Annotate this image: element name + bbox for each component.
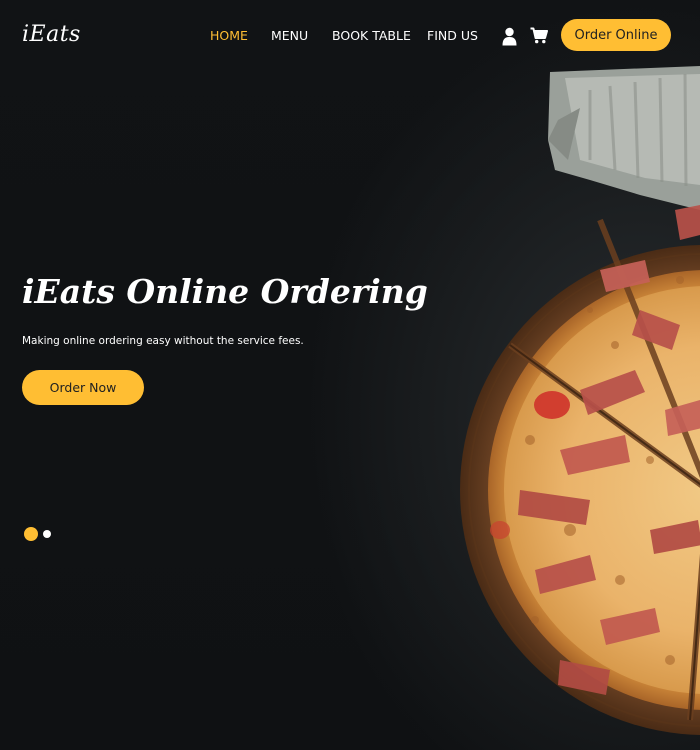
nav-home[interactable]: HOME — [210, 28, 248, 43]
carousel-dot-active[interactable] — [24, 527, 38, 541]
hero-title: iEats Online Ordering — [22, 272, 428, 311]
user-icon[interactable] — [502, 27, 517, 50]
nav-book-table[interactable]: BOOK TABLE — [332, 28, 411, 43]
order-now-button[interactable]: Order Now — [22, 370, 144, 405]
cart-icon[interactable] — [530, 27, 548, 48]
site-logo[interactable]: iEats — [22, 22, 81, 47]
order-online-button[interactable]: Order Online — [561, 19, 671, 51]
pizza-image — [460, 66, 700, 735]
carousel-dot[interactable] — [43, 530, 51, 538]
hero-subtitle: Making online ordering easy without the … — [22, 335, 304, 347]
nav-find-us[interactable]: FIND US — [427, 28, 478, 43]
nav-menu[interactable]: MENU — [271, 28, 308, 43]
